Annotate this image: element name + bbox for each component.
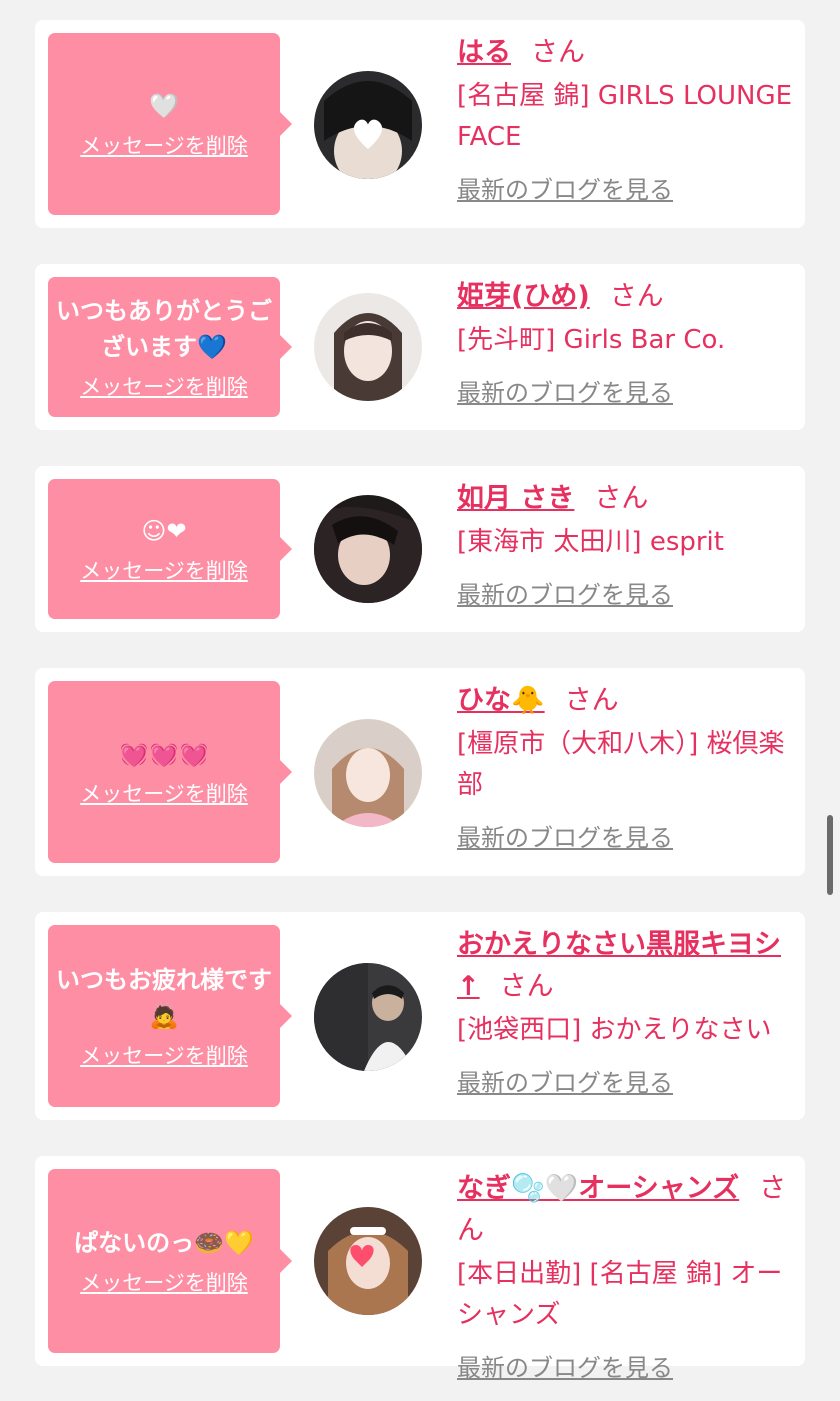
cast-info: おかえりなさい黒服キヨシ↑ さん [池袋西口] おかえりなさい 最新のブログを見る (457, 924, 797, 1098)
shop-name: [本日出勤] [名古屋 錦] オーシャンズ (457, 1259, 783, 1330)
shop-name: [名古屋 錦] GIRLS LOUNGE FACE (457, 81, 793, 152)
avatar[interactable] (314, 71, 422, 179)
cast-info: 如月 さき さん [東海市 太田川] esprit 最新のブログを見る (457, 478, 797, 610)
honorific: さん (564, 685, 619, 716)
avatar[interactable] (314, 963, 422, 1071)
cast-info: はる さん [名古屋 錦] GIRLS LOUNGE FACE 最新のブログを見る (457, 32, 797, 205)
message-text: 💓💓💓 (119, 740, 209, 768)
delete-message-link[interactable]: メッセージを削除 (80, 555, 248, 585)
cast-name-link[interactable]: 如月 さき (457, 483, 574, 514)
delete-message-link[interactable]: メッセージを削除 (80, 778, 248, 808)
message-text: いつもありがとうございます💙 (56, 297, 272, 361)
view-blog-link[interactable]: 最新のブログを見る (457, 818, 797, 853)
message-bubble: 💓💓💓 メッセージを削除 (48, 681, 292, 863)
cast-name-link[interactable]: ひな🐥 (457, 685, 545, 716)
view-blog-link[interactable]: 最新のブログを見る (457, 170, 797, 205)
message-bubble: いつもお疲れ様です🙇 メッセージを削除 (48, 925, 292, 1107)
shop-name: [東海市 太田川] esprit (457, 527, 724, 557)
delete-message-link[interactable]: メッセージを削除 (80, 1040, 248, 1070)
view-blog-link[interactable]: 最新のブログを見る (457, 575, 797, 610)
view-blog-link[interactable]: 最新のブログを見る (457, 1348, 797, 1383)
honorific: さん (594, 483, 649, 514)
message-bubble: ☺︎❤ メッセージを削除 (48, 479, 292, 619)
favorite-card: ☺︎❤ メッセージを削除 如月 さき さん [東海市 太田川] esprit 最新… (35, 466, 805, 632)
cast-info: ひな🐥 さん [橿原市（大和八木）] 桜倶楽部 最新のブログを見る (457, 680, 797, 853)
cast-info: 姫芽(ひめ) さん [先斗町] Girls Bar Co. 最新のブログを見る (457, 276, 797, 408)
avatar[interactable] (314, 1207, 422, 1315)
cast-info: なぎ🫧🤍オーシャンズ さん [本日出勤] [名古屋 錦] オーシャンズ 最新のブロ… (457, 1168, 797, 1383)
shop-name: [池袋西口] おかえりなさい (457, 1015, 772, 1045)
scrollbar[interactable] (827, 815, 833, 895)
avatar[interactable] (314, 495, 422, 603)
message-bubble: ぱないのっ🍩💛 メッセージを削除 (48, 1169, 292, 1353)
delete-message-link[interactable]: メッセージを削除 (80, 1267, 248, 1297)
favorite-card: ぱないのっ🍩💛 メッセージを削除 なぎ🫧🤍オーシャンズ さん [本日出勤] [名古… (35, 1156, 805, 1382)
view-blog-link[interactable]: 最新のブログを見る (457, 373, 797, 408)
cast-name-link[interactable]: はる (457, 37, 511, 68)
delete-message-link[interactable]: メッセージを削除 (80, 130, 248, 160)
message-bubble: 🤍 メッセージを削除 (48, 33, 292, 215)
message-text: いつもお疲れ様です🙇 (56, 966, 272, 1030)
view-blog-link[interactable]: 最新のブログを見る (457, 1063, 797, 1098)
shop-name: [先斗町] Girls Bar Co. (457, 325, 726, 355)
message-text: ぱないのっ🍩💛 (74, 1229, 254, 1257)
message-text: 🤍 (149, 92, 179, 120)
shop-name: [橿原市（大和八木）] 桜倶楽部 (457, 729, 785, 800)
message-text: ☺︎❤ (141, 517, 187, 545)
honorific: さん (531, 37, 585, 68)
avatar[interactable] (314, 719, 422, 827)
honorific: さん (609, 281, 664, 312)
cast-name-link[interactable]: なぎ🫧🤍オーシャンズ (457, 1173, 739, 1204)
honorific: さん (499, 971, 554, 1002)
favorite-card: 💓💓💓 メッセージを削除 ひな🐥 さん [橿原市（大和八木）] 桜倶楽部 最新のブ… (35, 668, 805, 876)
cast-name-link[interactable]: 姫芽(ひめ) (457, 281, 590, 312)
delete-message-link[interactable]: メッセージを削除 (80, 371, 248, 401)
favorite-card: いつもお疲れ様です🙇 メッセージを削除 おかえりなさい黒服キヨシ↑ さん [池袋西… (35, 912, 805, 1120)
message-bubble: いつもありがとうございます💙 メッセージを削除 (48, 277, 292, 417)
avatar[interactable] (314, 293, 422, 401)
favorite-card: 🤍 メッセージを削除 はる さん [名古屋 錦] GIRLS LOUNGE FAC… (35, 20, 805, 228)
favorite-card: いつもありがとうございます💙 メッセージを削除 姫芽(ひめ) さん [先斗町] G… (35, 264, 805, 430)
